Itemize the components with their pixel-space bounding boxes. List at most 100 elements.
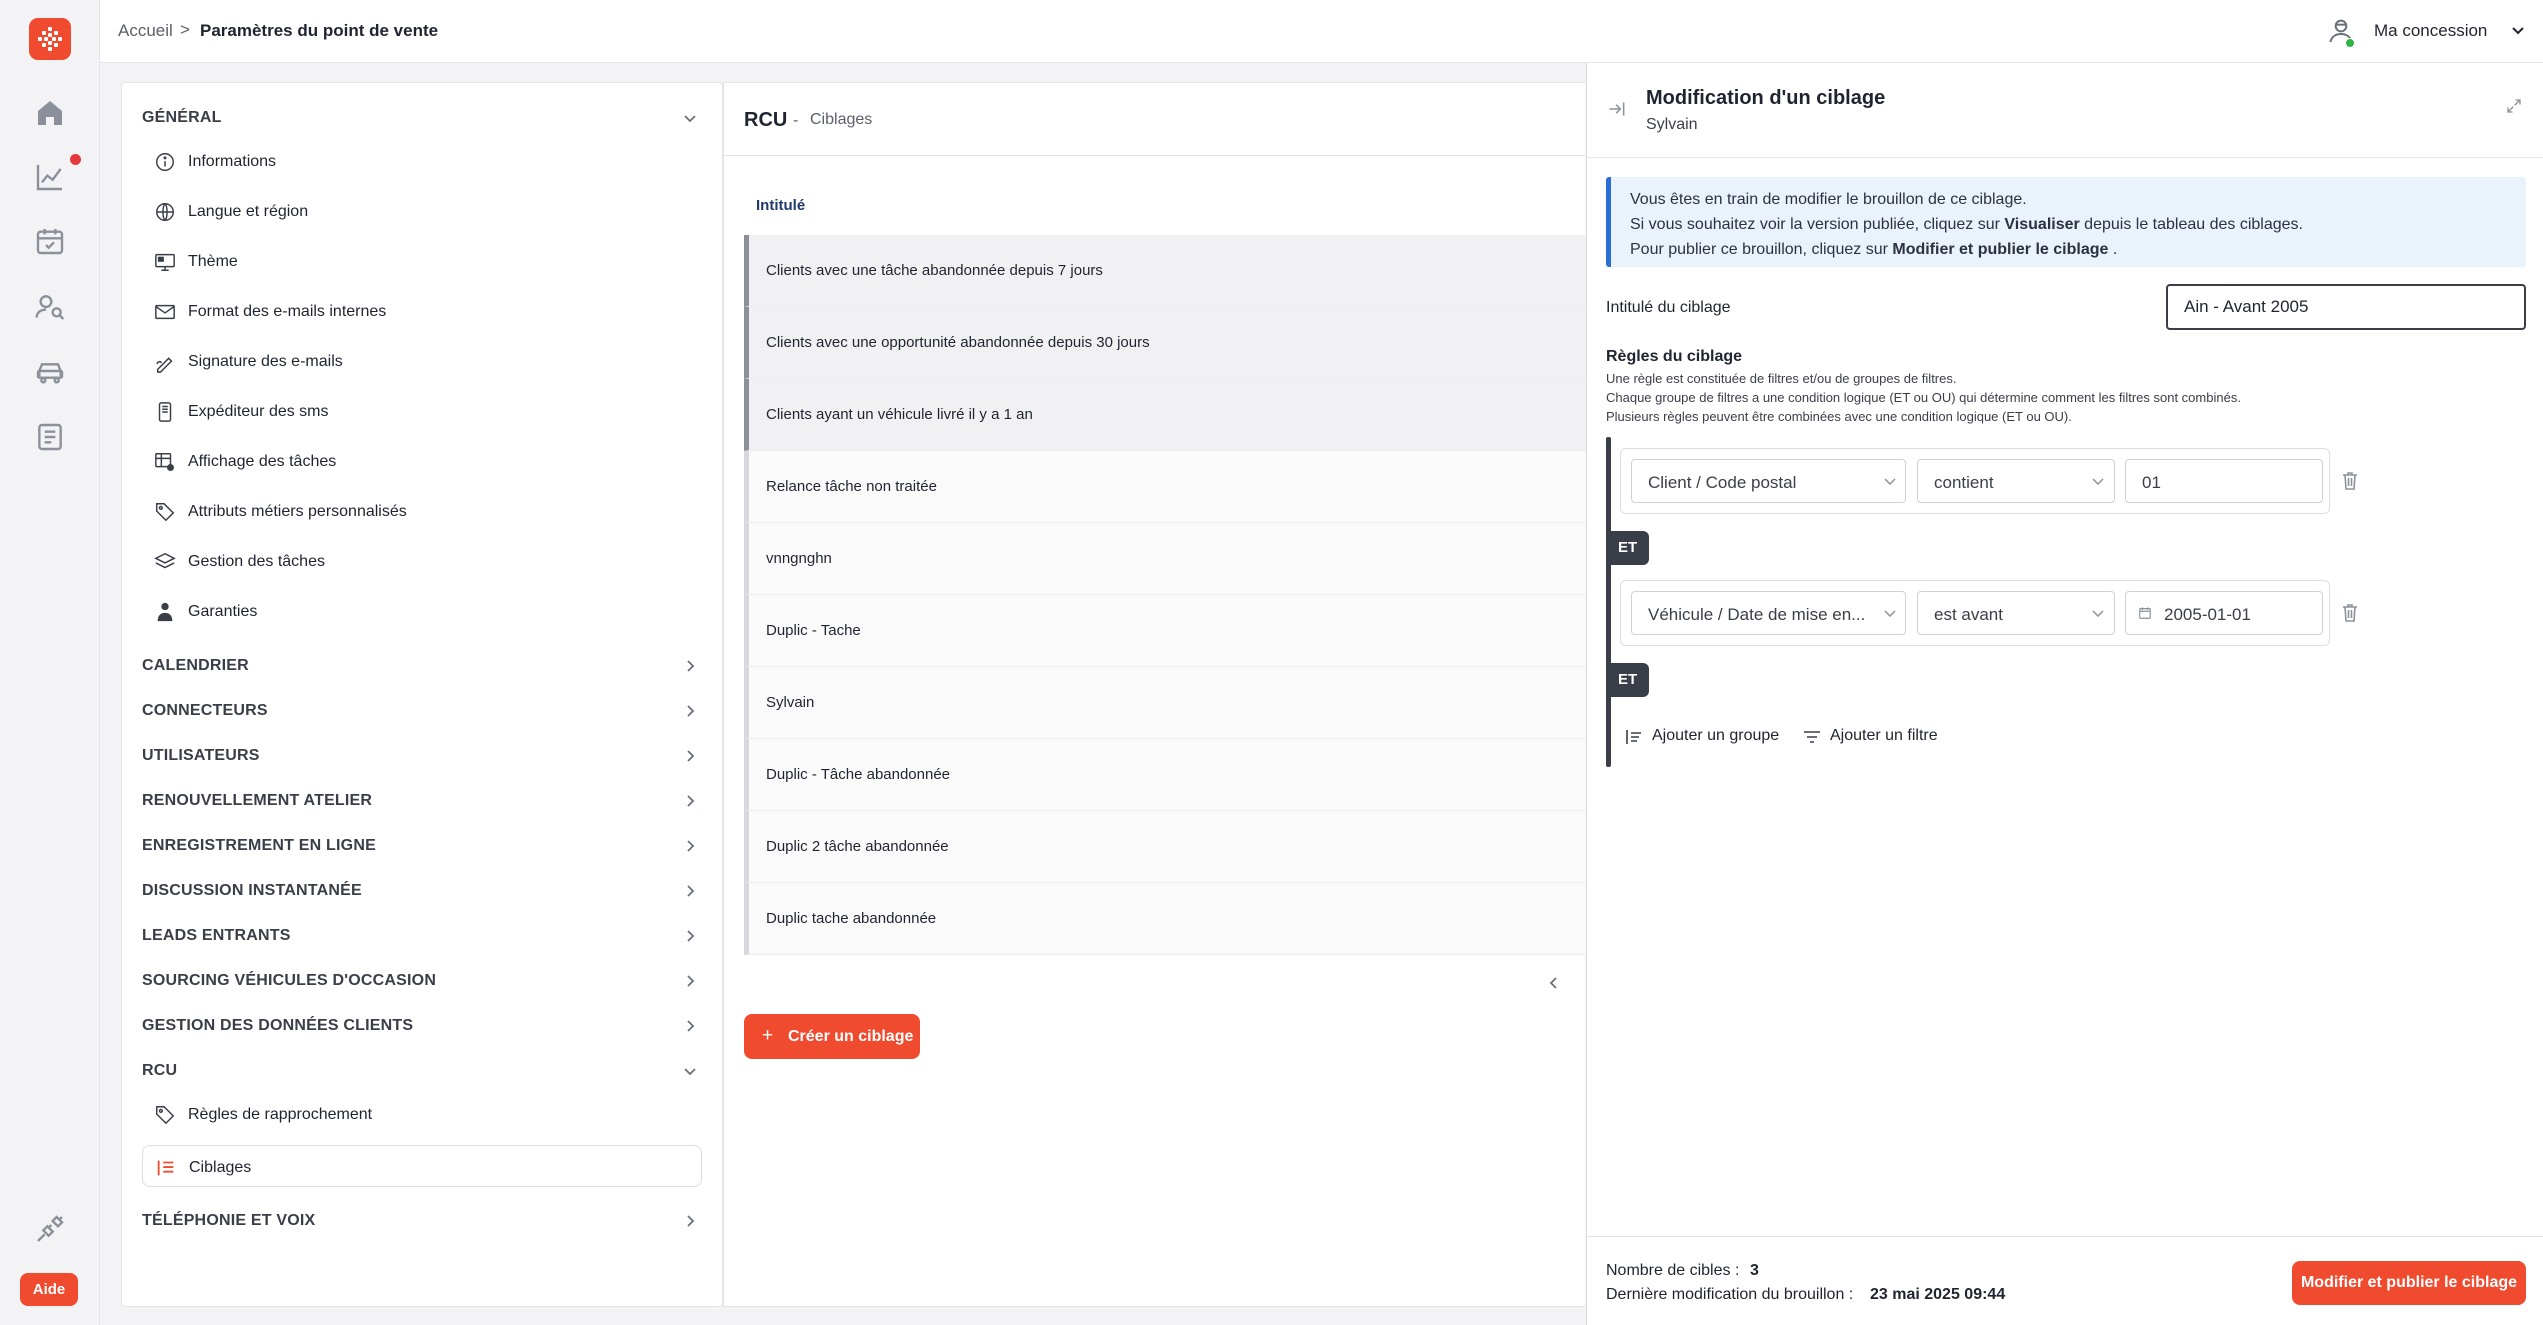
list-title: RCU xyxy=(744,109,788,131)
row-label: Duplic - Tache xyxy=(766,622,861,639)
top-bar: Accueil > Paramètres du point de vente M… xyxy=(100,0,2543,63)
field-select[interactable]: Véhicule / Date de mise en... xyxy=(1631,591,1906,635)
section-connecteurs[interactable]: CONNECTEURS xyxy=(142,702,268,720)
chevron-right-icon[interactable] xyxy=(682,883,698,899)
row-label: Clients avec une opportunité abandonnée … xyxy=(766,334,1150,351)
section-general[interactable]: GÉNÉRAL xyxy=(142,109,222,127)
row-label: Duplic tache abandonnée xyxy=(766,910,937,927)
user-search-icon[interactable] xyxy=(34,291,66,323)
table-row[interactable]: Clients ayant un véhicule livré il y a 1… xyxy=(744,379,1586,451)
nav-item-signature-emails[interactable]: Signature des e-mails xyxy=(150,340,702,382)
column-header-intitule[interactable]: Intitulé xyxy=(756,197,805,214)
table-row[interactable]: vnngnghn xyxy=(744,523,1586,595)
nav-item-theme[interactable]: Thème xyxy=(150,240,702,282)
table-row[interactable]: Clients avec une opportunité abandonnée … xyxy=(744,307,1586,379)
section-rcu[interactable]: RCU xyxy=(142,1062,177,1080)
section-leads-entrants[interactable]: LEADS ENTRANTS xyxy=(142,927,291,945)
nav-item-garanties[interactable]: Garanties xyxy=(150,590,702,632)
chevron-right-icon[interactable] xyxy=(682,928,698,944)
logic-operator-badge[interactable]: ET xyxy=(1611,531,1649,565)
date-input[interactable]: 2005-01-01 xyxy=(2125,591,2323,635)
nav-item-attributs-metiers[interactable]: Attributs métiers personnalisés xyxy=(150,490,702,532)
document-list-icon[interactable] xyxy=(34,421,66,453)
targeting-title-input[interactable] xyxy=(2166,284,2526,330)
section-sourcing-vo[interactable]: SOURCING VÉHICULES D'OCCASION xyxy=(142,972,436,990)
section-enregistrement-en-ligne[interactable]: ENREGISTREMENT EN LIGNE xyxy=(142,837,376,855)
last-modified-value: 23 mai 2025 09:44 xyxy=(1870,1286,2006,1303)
rules-description-1: Une règle est constituée de filtres et/o… xyxy=(1606,371,1957,386)
nav-item-ciblages[interactable]: Ciblages xyxy=(142,1145,702,1187)
car-icon[interactable] xyxy=(34,355,66,387)
plus-icon: + xyxy=(762,1025,774,1046)
operator-select[interactable]: contient xyxy=(1917,459,2115,503)
expand-icon[interactable] xyxy=(2505,97,2523,115)
table-row[interactable]: Duplic - Tache xyxy=(744,595,1586,667)
breadcrumb-home[interactable]: Accueil xyxy=(118,21,173,41)
chevron-down-icon[interactable] xyxy=(2510,22,2526,38)
nav-item-label: Expéditeur des sms xyxy=(188,403,329,420)
app-logo[interactable] xyxy=(29,18,71,60)
chart-line-icon[interactable] xyxy=(34,161,66,193)
rules-heading: Règles du ciblage xyxy=(1606,348,1743,365)
filter-icon xyxy=(1802,727,1822,747)
chevron-left-icon[interactable] xyxy=(1546,975,1562,991)
chevron-right-icon[interactable] xyxy=(682,973,698,989)
table-row[interactable]: Duplic - Tâche abandonnée xyxy=(744,739,1586,811)
chevron-right-icon[interactable] xyxy=(682,703,698,719)
section-gestion-donnees-clients[interactable]: GESTION DES DONNÉES CLIENTS xyxy=(142,1017,413,1035)
chevron-right-icon[interactable] xyxy=(682,748,698,764)
nav-item-affichage-taches[interactable]: Affichage des tâches xyxy=(150,440,702,482)
section-utilisateurs[interactable]: UTILISATEURS xyxy=(142,747,260,765)
section-telephonie-voix[interactable]: TÉLÉPHONIE ET VOIX xyxy=(142,1212,315,1230)
row-label: Clients avec une tâche abandonnée depuis… xyxy=(766,262,1103,279)
help-button[interactable]: Aide xyxy=(20,1273,78,1306)
signature-icon xyxy=(154,351,176,373)
chevron-down-icon xyxy=(1882,605,1898,621)
home-icon[interactable] xyxy=(34,97,66,129)
section-calendrier[interactable]: CALENDRIER xyxy=(142,657,249,675)
chevron-right-icon[interactable] xyxy=(682,658,698,674)
nav-item-format-emails[interactable]: Format des e-mails internes xyxy=(150,290,702,332)
section-renouvellement-atelier[interactable]: RENOUVELLEMENT ATELIER xyxy=(142,792,372,810)
chevron-down-icon[interactable] xyxy=(682,110,698,126)
publish-targeting-button[interactable]: Modifier et publier le ciblage xyxy=(2292,1261,2526,1305)
nav-item-informations[interactable]: Informations xyxy=(150,140,702,182)
field-select[interactable]: Client / Code postal xyxy=(1631,459,1906,503)
mail-settings-icon xyxy=(154,301,176,323)
list-header: RCU - Ciblages xyxy=(724,83,1586,156)
list-icon xyxy=(155,1157,177,1179)
trash-icon[interactable] xyxy=(2340,602,2360,624)
chevron-down-icon[interactable] xyxy=(682,1063,698,1079)
table-row[interactable]: Relance tâche non traitée xyxy=(744,451,1586,523)
targets-count-value: 3 xyxy=(1750,1262,1759,1279)
calendar-icon xyxy=(2138,606,2152,620)
chevron-right-icon[interactable] xyxy=(682,793,698,809)
chevron-down-icon xyxy=(2090,473,2106,489)
table-row[interactable]: Clients avec une tâche abandonnée depuis… xyxy=(744,235,1586,307)
value-input[interactable]: 01 xyxy=(2125,459,2323,503)
table-row[interactable]: Duplic 2 tâche abandonnée xyxy=(744,811,1586,883)
nav-item-label: Langue et région xyxy=(188,203,309,220)
table-row[interactable]: Sylvain xyxy=(744,667,1586,739)
nav-item-gestion-taches[interactable]: Gestion des tâches xyxy=(150,540,702,582)
chevron-right-icon[interactable] xyxy=(682,1213,698,1229)
chevron-right-icon[interactable] xyxy=(682,838,698,854)
monitor-palette-icon xyxy=(154,251,176,273)
collapse-panel-icon[interactable] xyxy=(1607,99,1627,119)
user-menu-label[interactable]: Ma concession xyxy=(2374,21,2487,41)
table-row[interactable]: Duplic tache abandonnée xyxy=(744,883,1586,955)
nav-item-regles-rapprochement[interactable]: Règles de rapprochement xyxy=(150,1093,702,1135)
plug-icon[interactable] xyxy=(34,1213,66,1245)
nav-item-langue-region[interactable]: Langue et région xyxy=(150,190,702,232)
list-title-separator: - xyxy=(793,112,799,129)
create-targeting-button[interactable]: + Créer un ciblage xyxy=(744,1014,920,1059)
trash-icon[interactable] xyxy=(2340,470,2360,492)
operator-select[interactable]: est avant xyxy=(1917,591,2115,635)
nav-item-expediteur-sms[interactable]: Expéditeur des sms xyxy=(150,390,702,432)
section-discussion-instantanee[interactable]: DISCUSSION INSTANTANÉE xyxy=(142,882,362,900)
nav-item-label: Affichage des tâches xyxy=(188,453,337,470)
chevron-right-icon[interactable] xyxy=(682,1018,698,1034)
calendar-check-icon[interactable] xyxy=(34,225,66,257)
nav-item-label: Thème xyxy=(188,253,238,270)
logic-operator-badge[interactable]: ET xyxy=(1611,663,1649,697)
